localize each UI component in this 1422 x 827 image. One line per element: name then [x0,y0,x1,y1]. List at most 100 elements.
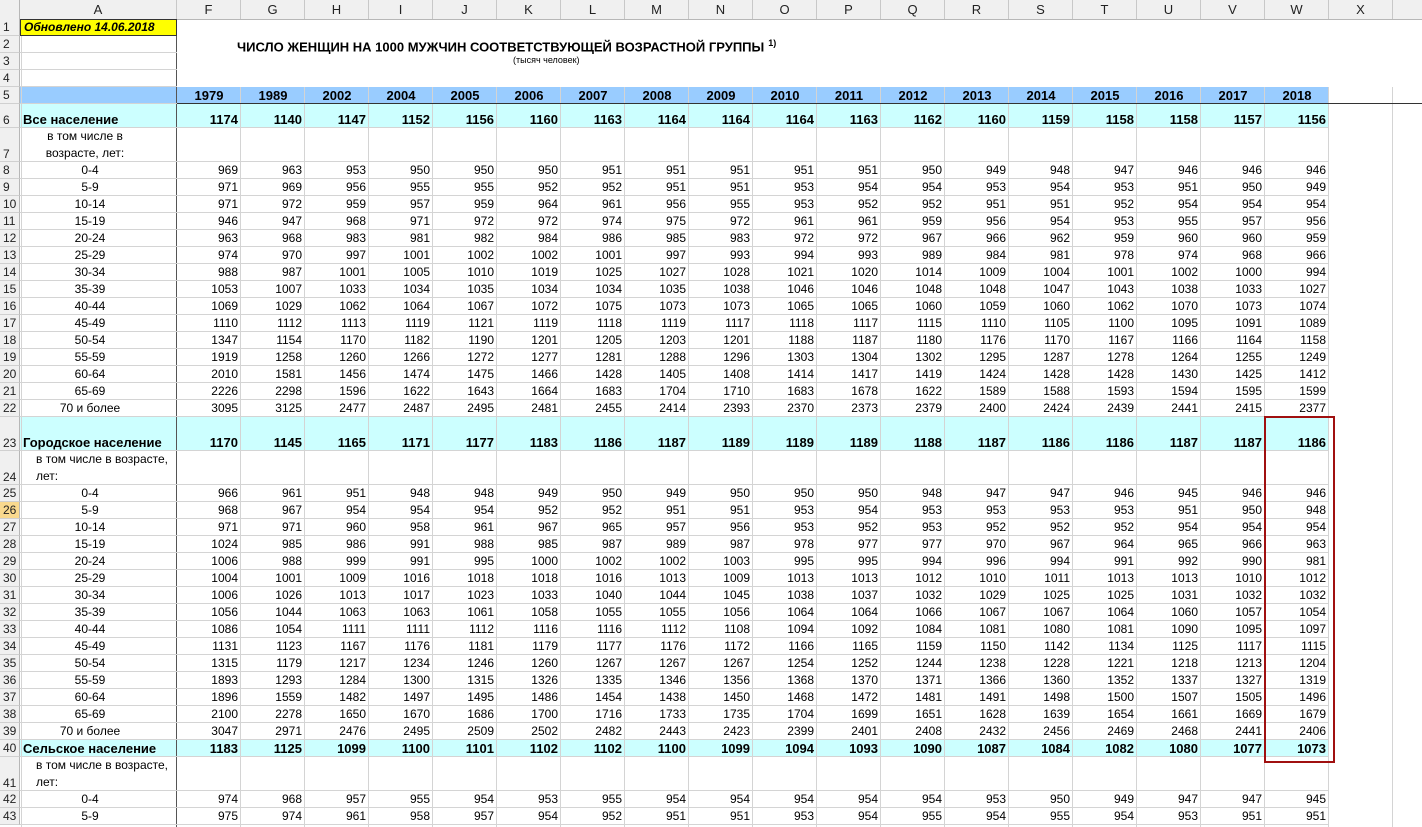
row-header-33[interactable]: 33 [0,621,20,638]
row-header-11[interactable]: 11 [0,213,20,230]
data-cell[interactable]: 1650 [305,706,369,723]
data-cell[interactable]: 1095 [1137,315,1201,332]
data-cell[interactable]: 1084 [1009,740,1073,757]
data-cell[interactable]: 1115 [881,315,945,332]
row-header-24[interactable]: 24 [0,451,20,485]
data-cell[interactable]: 2399 [753,723,817,740]
data-cell[interactable]: 950 [561,485,625,502]
data-cell[interactable]: 951 [1137,502,1201,519]
data-cell[interactable]: 978 [1073,247,1137,264]
data-cell[interactable]: 1466 [497,366,561,383]
data-cell[interactable]: 1013 [305,587,369,604]
data-cell[interactable]: 1176 [625,638,689,655]
data-cell[interactable]: 1507 [1137,689,1201,706]
data-cell[interactable]: 1716 [561,706,625,723]
data-cell[interactable]: 953 [1073,179,1137,196]
data-cell[interactable]: 946 [1073,485,1137,502]
data-cell[interactable]: 983 [689,230,753,247]
data-cell[interactable]: 1020 [817,264,881,281]
data-cell[interactable]: 993 [817,247,881,264]
data-cell[interactable]: 1919 [177,349,241,366]
row-header-3[interactable]: 3 [0,53,20,70]
data-cell[interactable]: 1117 [1201,638,1265,655]
data-cell[interactable]: 1044 [625,587,689,604]
data-cell[interactable]: 955 [689,196,753,213]
data-cell[interactable]: 992 [1137,553,1201,570]
data-cell[interactable]: 1346 [625,672,689,689]
data-cell[interactable]: 972 [241,196,305,213]
column-header-u[interactable]: U [1137,0,1201,19]
data-cell[interactable]: 982 [433,230,497,247]
data-cell[interactable]: 951 [561,162,625,179]
data-cell[interactable]: 2477 [305,400,369,417]
data-cell[interactable]: 1028 [689,264,753,281]
data-cell[interactable]: 1170 [305,332,369,349]
data-cell[interactable]: 949 [497,485,561,502]
data-cell[interactable]: 977 [817,536,881,553]
data-cell[interactable]: 1165 [305,417,369,451]
data-cell[interactable]: 1145 [241,417,305,451]
data-cell[interactable]: 948 [881,485,945,502]
row-label[interactable]: 30-34 [20,587,177,604]
data-cell[interactable]: 972 [817,230,881,247]
row-label[interactable]: Городское население [20,417,177,451]
data-cell[interactable]: 1001 [369,247,433,264]
data-cell[interactable]: 960 [1201,230,1265,247]
data-cell[interactable]: 996 [945,553,1009,570]
data-cell[interactable]: 1065 [753,298,817,315]
data-cell[interactable]: 2509 [433,723,497,740]
row-header-30[interactable]: 30 [0,570,20,587]
data-cell[interactable]: 1486 [497,689,561,706]
data-cell[interactable]: 1475 [433,366,497,383]
data-cell[interactable]: 1092 [817,621,881,638]
year-header-cell[interactable]: 2009 [689,87,753,104]
data-cell[interactable]: 1080 [1009,621,1073,638]
data-cell[interactable]: 1029 [241,298,305,315]
data-cell[interactable]: 1116 [497,621,561,638]
row-label[interactable]: Сельское население [20,740,177,757]
data-cell[interactable]: 1013 [625,570,689,587]
data-cell[interactable]: 949 [945,162,1009,179]
column-header-m[interactable]: M [625,0,689,19]
data-cell[interactable]: 1059 [945,298,1009,315]
data-cell[interactable]: 1140 [241,104,305,128]
year-header-cell[interactable]: 2012 [881,87,945,104]
select-all-corner[interactable] [0,0,20,19]
data-cell[interactable]: 1118 [561,315,625,332]
data-cell[interactable]: 1281 [561,349,625,366]
row-header-22[interactable]: 22 [0,400,20,417]
data-cell[interactable]: 997 [305,247,369,264]
data-cell[interactable]: 1500 [1073,689,1137,706]
data-cell[interactable]: 1075 [561,298,625,315]
data-cell[interactable]: 1035 [625,281,689,298]
data-cell[interactable]: 967 [881,230,945,247]
data-cell[interactable]: 952 [817,196,881,213]
data-cell[interactable]: 952 [561,179,625,196]
data-cell[interactable]: 950 [1201,502,1265,519]
data-cell[interactable]: 954 [945,808,1009,825]
data-cell[interactable]: 1272 [433,349,497,366]
data-cell[interactable]: 966 [1201,536,1265,553]
row-header-28[interactable]: 28 [0,536,20,553]
data-cell[interactable]: 1639 [1009,706,1073,723]
data-cell[interactable]: 1158 [1137,104,1201,128]
data-cell[interactable]: 2379 [881,400,945,417]
row-label[interactable]: 5-9 [20,179,177,196]
data-cell[interactable]: 1302 [881,349,945,366]
data-cell[interactable]: 954 [1137,196,1201,213]
data-cell[interactable]: 954 [1201,196,1265,213]
data-cell[interactable]: 946 [1137,162,1201,179]
data-cell[interactable]: 945 [1137,485,1201,502]
row-header-23[interactable]: 23 [0,417,20,451]
data-cell[interactable]: 1094 [753,740,817,757]
data-cell[interactable]: 971 [369,213,433,230]
data-cell[interactable]: 1643 [433,383,497,400]
data-cell[interactable]: 1053 [177,281,241,298]
data-cell[interactable]: 1186 [1073,417,1137,451]
data-cell[interactable]: 953 [1073,213,1137,230]
data-cell[interactable]: 945 [1265,791,1329,808]
data-cell[interactable]: 1100 [625,740,689,757]
data-cell[interactable]: 1678 [817,383,881,400]
data-cell[interactable]: 955 [369,179,433,196]
column-header-k[interactable]: K [497,0,561,19]
